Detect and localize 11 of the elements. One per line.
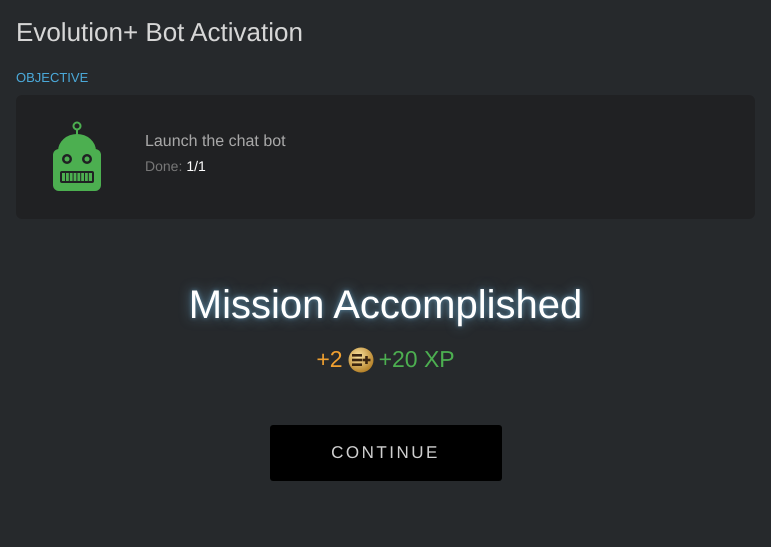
page-title: Evolution+ Bot Activation bbox=[16, 16, 304, 48]
xp-reward: +20 XP bbox=[378, 346, 455, 373]
coin-icon bbox=[348, 346, 374, 372]
coin-reward: +2 bbox=[316, 346, 343, 373]
continue-button[interactable]: CONTINUE bbox=[270, 425, 502, 481]
task-text: Launch the chat bot bbox=[145, 132, 286, 150]
section-label: OBJECTIVE bbox=[16, 70, 90, 86]
done-label: Done: bbox=[145, 158, 182, 174]
mission-heading: Mission Accomplished bbox=[188, 283, 582, 328]
robot-icon bbox=[52, 121, 102, 193]
done-value: 1/1 bbox=[186, 158, 206, 174]
